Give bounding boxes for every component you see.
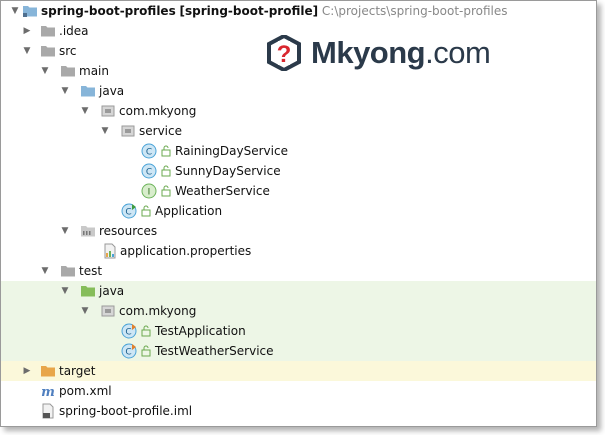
tree-row-raining[interactable]: C RainingDayService: [1, 141, 596, 161]
svg-text:m: m: [41, 385, 55, 399]
tree-row-sunny[interactable]: C SunnyDayService: [1, 161, 596, 181]
package-icon: [101, 305, 115, 317]
tree-label-test-package: com.mkyong: [119, 304, 197, 318]
interface-icon: I: [141, 183, 157, 199]
tree-row-weather[interactable]: I WeatherService: [1, 181, 596, 201]
logo-shield-icon: ?: [267, 35, 301, 71]
svg-text:C: C: [125, 208, 131, 218]
logo-suffix: .com: [425, 35, 491, 70]
project-tree-panel: ▼ spring-boot-profiles [spring-boot-prof…: [0, 0, 597, 427]
tree-row-service[interactable]: ▼ service: [1, 121, 596, 141]
folder-icon: [61, 266, 75, 277]
test-class-icon: C: [121, 323, 137, 339]
chevron-down-icon[interactable]: ▼: [9, 1, 21, 21]
tree-label-src: src: [59, 44, 77, 58]
svg-text:C: C: [146, 148, 152, 158]
tree-row-test-weather[interactable]: C TestWeatherService: [1, 341, 596, 361]
tree-row-pom[interactable]: m pom.xml: [1, 381, 596, 401]
tree-row-project[interactable]: ▼ spring-boot-profiles [spring-boot-prof…: [1, 1, 596, 21]
tree-row-test[interactable]: ▼ test: [1, 261, 596, 281]
tree-row-target[interactable]: ▶ target: [1, 361, 596, 381]
tree-label-test-java: java: [99, 284, 125, 298]
lock-icon: [161, 145, 171, 157]
chevron-right-icon[interactable]: ▶: [21, 361, 33, 381]
tree-label-service: service: [139, 124, 182, 138]
chevron-down-icon[interactable]: ▼: [21, 41, 33, 61]
tree-label-sunny: SunnyDayService: [175, 164, 281, 178]
svg-text:C: C: [146, 168, 152, 178]
project-module: [spring-boot-profile]: [179, 4, 319, 18]
package-icon: [101, 105, 115, 117]
svg-text:C: C: [125, 348, 131, 358]
tree-label-iml: spring-boot-profile.iml: [59, 404, 193, 418]
chevron-down-icon[interactable]: ▼: [59, 281, 71, 301]
module-file-icon: [42, 403, 54, 419]
tree-row-app-properties[interactable]: application.properties: [1, 241, 596, 261]
tree-label-test: test: [79, 264, 103, 278]
tree-label-resources: resources: [99, 224, 158, 238]
lock-icon: [141, 345, 151, 357]
tree-label-application: Application: [155, 204, 223, 218]
lock-icon: [141, 205, 151, 217]
tree-row-iml[interactable]: spring-boot-profile.iml: [1, 401, 596, 421]
runnable-class-icon: C: [121, 203, 137, 219]
project-path: C:\projects\spring-boot-profiles: [321, 4, 508, 18]
class-icon: C: [141, 163, 157, 179]
tree-row-main-package[interactable]: ▼ com.mkyong: [1, 101, 596, 121]
tree-row-main-java[interactable]: ▼ java: [1, 81, 596, 101]
mkyong-logo: ? Mkyong.com: [267, 35, 491, 71]
tree-row-resources[interactable]: ▼ resources: [1, 221, 596, 241]
lock-icon: [141, 325, 151, 337]
tree-row-test-java[interactable]: ▼ java: [1, 281, 596, 301]
chevron-down-icon[interactable]: ▼: [39, 61, 51, 81]
logo-wordmark: Mkyong.com: [311, 35, 491, 71]
source-folder-icon: [81, 86, 95, 97]
chevron-right-icon[interactable]: ▶: [21, 21, 33, 41]
test-folder-icon: [81, 286, 95, 297]
tree-label-weather: WeatherService: [175, 184, 270, 198]
tree-row-test-package[interactable]: ▼ com.mkyong: [1, 301, 596, 321]
tree-label-main: main: [79, 64, 109, 78]
tree-label-test-application: TestApplication: [155, 324, 246, 338]
svg-text:I: I: [148, 188, 151, 198]
tree-label-main-package: com.mkyong: [119, 104, 197, 118]
test-class-icon: C: [121, 343, 137, 359]
logo-symbol: ?: [277, 41, 292, 68]
lock-icon: [161, 185, 171, 197]
properties-file-icon: [104, 243, 116, 259]
excluded-folder-icon: [41, 366, 55, 377]
chevron-down-icon[interactable]: ▼: [59, 81, 71, 101]
chevron-down-icon[interactable]: ▼: [79, 301, 91, 321]
chevron-down-icon[interactable]: ▼: [99, 121, 111, 141]
logo-brand: Mkyong: [311, 35, 426, 70]
tree-label-target: target: [59, 364, 96, 378]
folder-icon: [41, 46, 55, 57]
tree-row-application[interactable]: C Application: [1, 201, 596, 221]
project-folder-icon: [23, 6, 37, 17]
tree-row-test-application[interactable]: C TestApplication: [1, 321, 596, 341]
svg-text:C: C: [125, 328, 131, 338]
project-name: spring-boot-profiles: [41, 4, 176, 18]
tree-label-test-weather: TestWeatherService: [155, 344, 274, 358]
folder-icon: [41, 26, 55, 37]
chevron-down-icon[interactable]: ▼: [79, 101, 91, 121]
lock-icon: [161, 165, 171, 177]
chevron-down-icon[interactable]: ▼: [39, 261, 51, 281]
package-icon: [121, 125, 135, 137]
tree-label-main-java: java: [99, 84, 125, 98]
tree-label-raining: RainingDayService: [175, 144, 288, 158]
tree-label-app-properties: application.properties: [120, 244, 252, 258]
tree-label-pom: pom.xml: [59, 384, 112, 398]
chevron-down-icon[interactable]: ▼: [59, 221, 71, 241]
maven-file-icon: m: [41, 385, 55, 399]
class-icon: C: [141, 143, 157, 159]
folder-icon: [61, 66, 75, 77]
resources-folder-icon: [81, 226, 95, 237]
tree-label-idea: .idea: [59, 24, 89, 38]
